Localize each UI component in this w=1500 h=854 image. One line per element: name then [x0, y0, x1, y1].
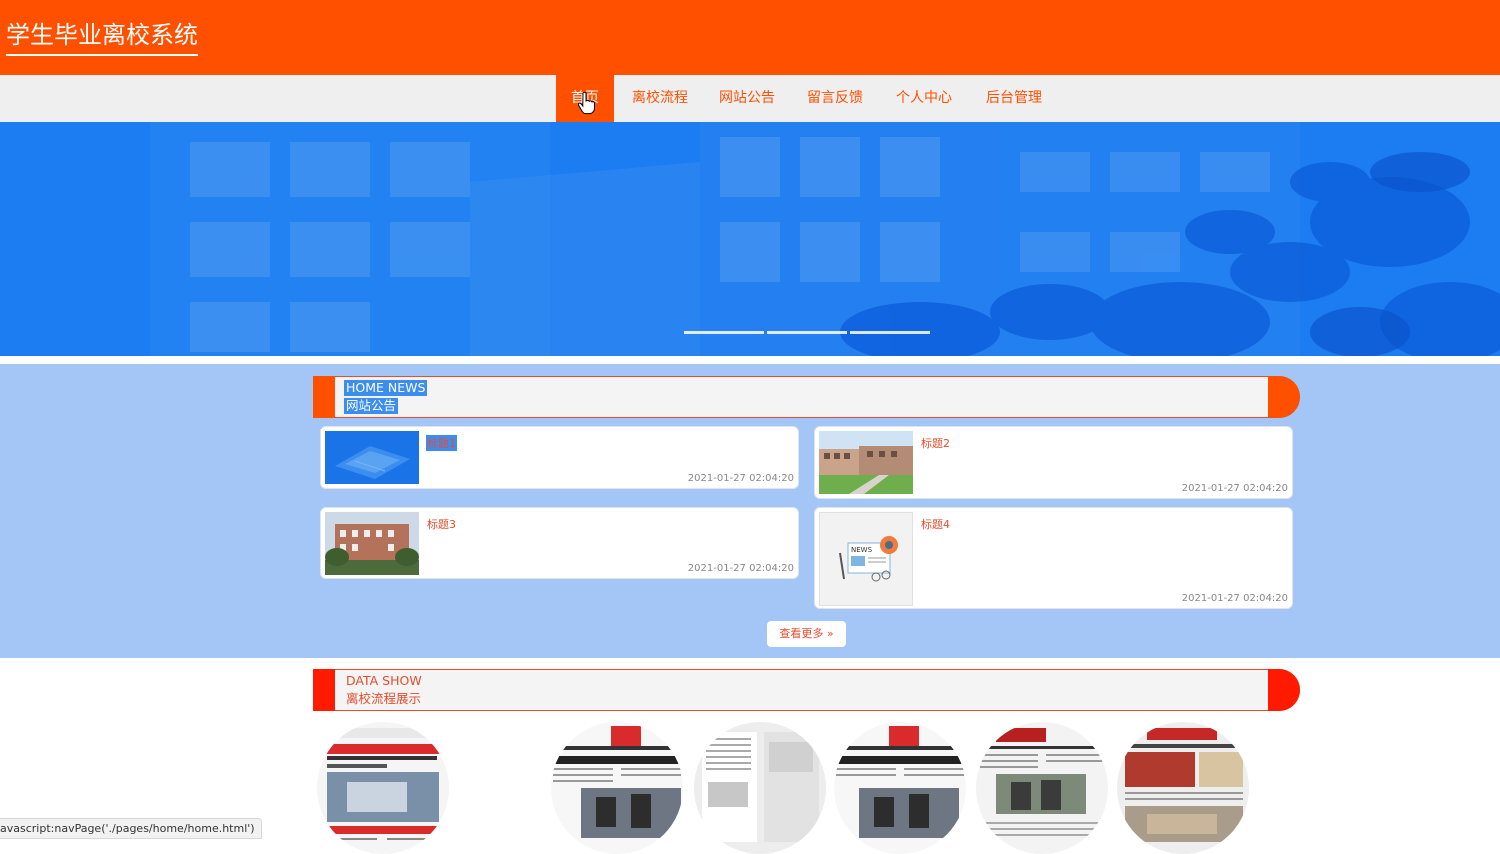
view-more-button[interactable]: 查看更多 » — [767, 621, 846, 647]
section-heading-en: DATA SHOW — [346, 673, 422, 688]
carousel-dot-1[interactable] — [684, 331, 764, 334]
news-section-header: HOME NEWS 网站公告 — [313, 376, 1300, 418]
campus-building-image — [0, 122, 1500, 356]
section-heading-en: HOME NEWS — [344, 380, 428, 396]
process-image-5[interactable] — [976, 722, 1108, 854]
news-title[interactable]: 标题1 — [426, 435, 457, 451]
news-date: 2021-01-27 02:04:20 — [687, 563, 794, 574]
main-nav: 首页 离校流程 网站公告 留言反馈 个人中心 后台管理 — [0, 75, 1500, 122]
nav-item-feedback[interactable]: 留言反馈 — [799, 75, 871, 122]
status-bar-url: avascript:navPage('./pages/home/home.htm… — [0, 818, 262, 839]
section-heading-cn: 离校流程展示 — [346, 691, 422, 706]
news-card[interactable]: 标题2 2021-01-27 02:04:20 — [814, 426, 1293, 499]
news-icon[interactable]: NEWS — [819, 512, 913, 606]
news-title[interactable]: 标题3 — [426, 516, 457, 532]
news-card[interactable]: 标题1 2021-01-27 02:04:20 — [320, 426, 799, 489]
process-image-2[interactable] — [551, 722, 683, 854]
news-date: 2021-01-27 02:04:20 — [687, 473, 794, 484]
section-heading-cn: 网站公告 — [344, 398, 399, 414]
nav-item-announcements[interactable]: 网站公告 — [711, 75, 783, 122]
news-card[interactable]: 标题3 2021-01-27 02:04:20 — [320, 507, 799, 579]
hero-banner[interactable] — [0, 122, 1500, 356]
news-thumbnail[interactable] — [325, 431, 419, 484]
news-title[interactable]: 标题2 — [920, 435, 951, 451]
carousel-dot-3[interactable] — [850, 331, 930, 334]
news-title[interactable]: 标题4 — [920, 516, 951, 532]
process-image-1[interactable] — [317, 722, 449, 854]
hand-cursor-icon — [578, 91, 595, 115]
process-image-6[interactable] — [1117, 722, 1249, 854]
nav-item-leave-process[interactable]: 离校流程 — [624, 75, 696, 122]
news-date: 2021-01-27 02:04:20 — [1181, 593, 1288, 604]
svg-text:NEWS: NEWS — [851, 546, 873, 554]
news-date: 2021-01-27 02:04:20 — [1181, 483, 1288, 494]
carousel-dot-2[interactable] — [767, 331, 847, 334]
header-end-cap — [1268, 669, 1300, 711]
process-image-3[interactable] — [694, 722, 826, 854]
header-bar: 学生毕业离校系统 — [0, 0, 1500, 75]
site-title[interactable]: 学生毕业离校系统 — [6, 20, 198, 56]
news-card[interactable]: NEWS 标题4 2021-01-27 02:04:20 — [814, 507, 1293, 609]
news-thumbnail[interactable] — [819, 431, 913, 494]
nav-item-profile[interactable]: 个人中心 — [888, 75, 960, 122]
data-section-header: DATA SHOW 离校流程展示 — [313, 669, 1300, 711]
nav-item-admin[interactable]: 后台管理 — [978, 75, 1050, 122]
news-thumbnail[interactable] — [325, 512, 419, 575]
header-accent-bar — [313, 376, 335, 418]
process-image-4[interactable] — [834, 722, 966, 854]
header-accent-bar — [313, 669, 335, 711]
